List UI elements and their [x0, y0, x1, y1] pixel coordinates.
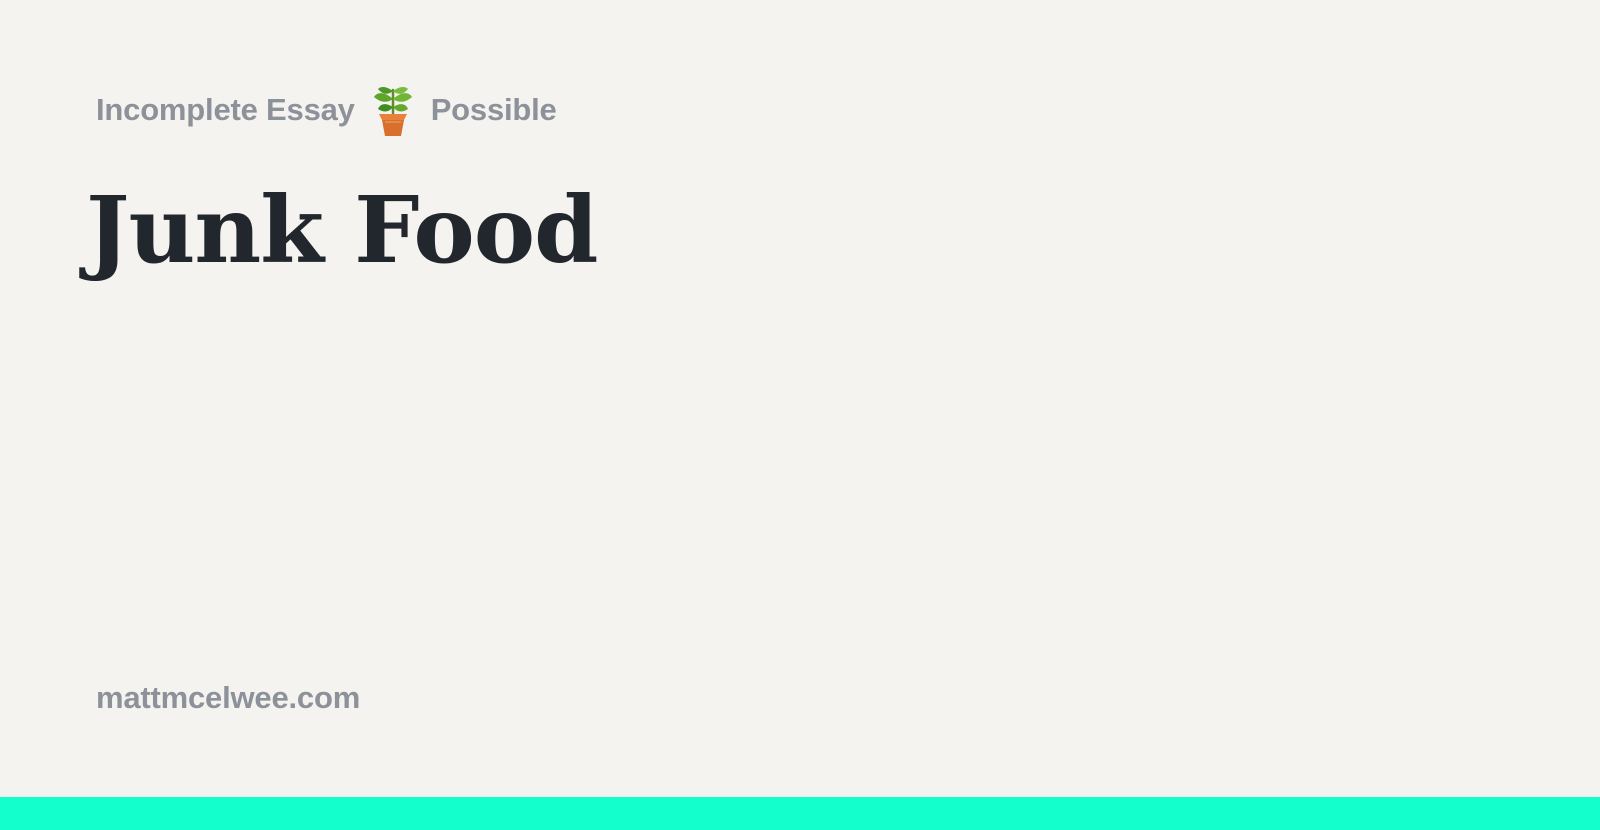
potted-plant-icon — [373, 86, 412, 136]
accent-bar — [0, 797, 1600, 830]
page-title: Junk Food — [86, 176, 598, 284]
site-domain: mattmcelwee.com — [96, 680, 361, 715]
article-card: Incomplete Essay Possible Junk Food matt… — [0, 0, 1600, 830]
essay-category: Incomplete Essay Possible — [96, 82, 557, 138]
essay-maturity-label: Possible — [430, 92, 557, 127]
essay-status-label: Incomplete Essay — [96, 92, 355, 127]
